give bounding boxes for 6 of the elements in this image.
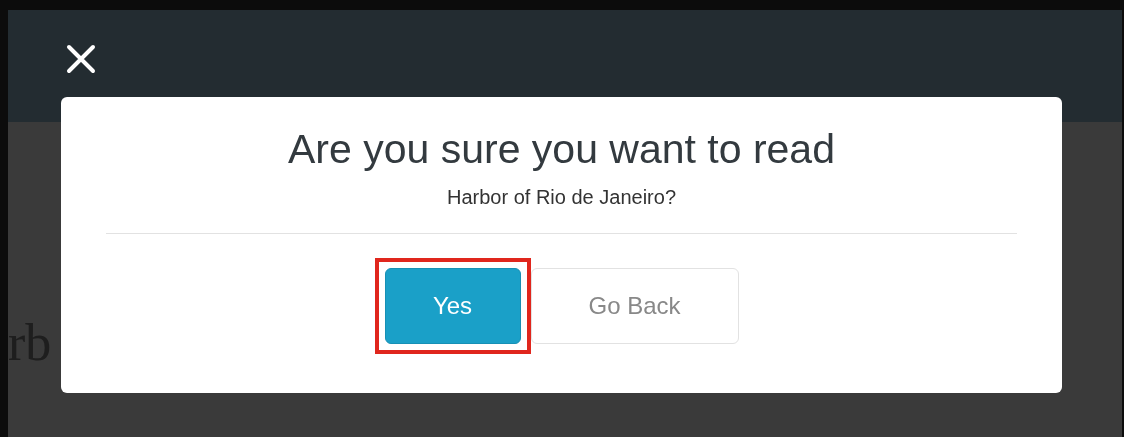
go-back-button[interactable]: Go Back <box>530 268 739 345</box>
yes-button[interactable]: Yes <box>384 268 521 345</box>
dialog-title: Are you sure you want to read <box>288 127 835 173</box>
close-button[interactable] <box>65 43 97 75</box>
dialog-subtitle: Harbor of Rio de Janeiro? <box>447 186 676 210</box>
close-icon <box>65 43 97 75</box>
